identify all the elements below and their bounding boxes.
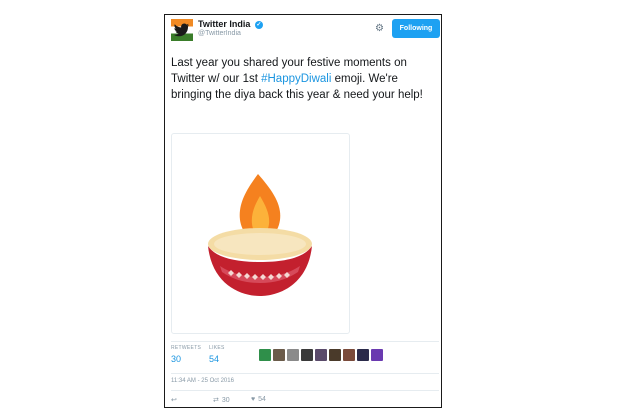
liker-avatar[interactable] (343, 349, 355, 361)
liker-avatar[interactable] (329, 349, 341, 361)
divider (171, 341, 439, 342)
like-action-count: 54 (258, 396, 266, 403)
liker-avatar[interactable] (273, 349, 285, 361)
verified-badge-icon: ✓ (254, 20, 263, 29)
retweet-icon: ⇄ (213, 397, 219, 404)
avatar[interactable] (171, 19, 193, 41)
diya-oil (214, 233, 306, 255)
tweet-media[interactable] (171, 133, 350, 334)
retweet-action-count: 30 (221, 396, 230, 404)
liker-avatar[interactable] (357, 349, 369, 361)
liker-avatar[interactable] (301, 349, 313, 361)
retweets-label: RETWEETS (171, 345, 202, 351)
like-button[interactable]: ♥ 54 (251, 396, 266, 403)
diya-image (208, 174, 312, 296)
likes-stat[interactable]: LIKES 54 (209, 345, 225, 364)
retweets-stat[interactable]: RETWEETS 30 (171, 345, 201, 364)
tweet-text: Last year you shared your festive moment… (171, 55, 439, 103)
reply-icon: ↩ (171, 397, 177, 404)
liker-avatar[interactable] (315, 349, 327, 361)
tweet-card: Twitter India ✓ @TwitterIndia ⚙ Followin… (164, 14, 442, 408)
account-handle[interactable]: @TwitterIndia (198, 30, 241, 37)
reply-button[interactable]: ↩ (171, 396, 177, 404)
twitter-bird-icon (174, 23, 189, 37)
retweets-count[interactable]: 30 (171, 354, 201, 364)
retweet-button[interactable]: ⇄ 30 (213, 396, 230, 405)
heart-icon: ♥ (251, 396, 256, 403)
tweet-actions: ↩ ⇄ 30 ♥ 54 (171, 396, 439, 408)
gear-icon[interactable]: ⚙ (375, 23, 384, 34)
liker-avatars (259, 349, 383, 363)
tweet-timestamp[interactable]: 11:34 AM - 25 Oct 2016 (171, 378, 234, 384)
likes-count[interactable]: 54 (209, 354, 225, 364)
divider (171, 373, 439, 374)
liker-avatar[interactable] (371, 349, 383, 361)
likes-label: LIKES (209, 345, 225, 351)
account-name[interactable]: Twitter India (198, 19, 250, 29)
divider (171, 390, 439, 391)
liker-avatar[interactable] (287, 349, 299, 361)
account-name-row[interactable]: Twitter India ✓ (198, 19, 263, 29)
tweet-stats: RETWEETS 30 LIKES 54 (171, 345, 439, 375)
hashtag-link[interactable]: #HappyDiwali (261, 73, 331, 85)
following-button[interactable]: Following (392, 19, 440, 38)
tweet-header: Twitter India ✓ @TwitterIndia ⚙ Followin… (165, 15, 441, 55)
liker-avatar[interactable] (259, 349, 271, 361)
